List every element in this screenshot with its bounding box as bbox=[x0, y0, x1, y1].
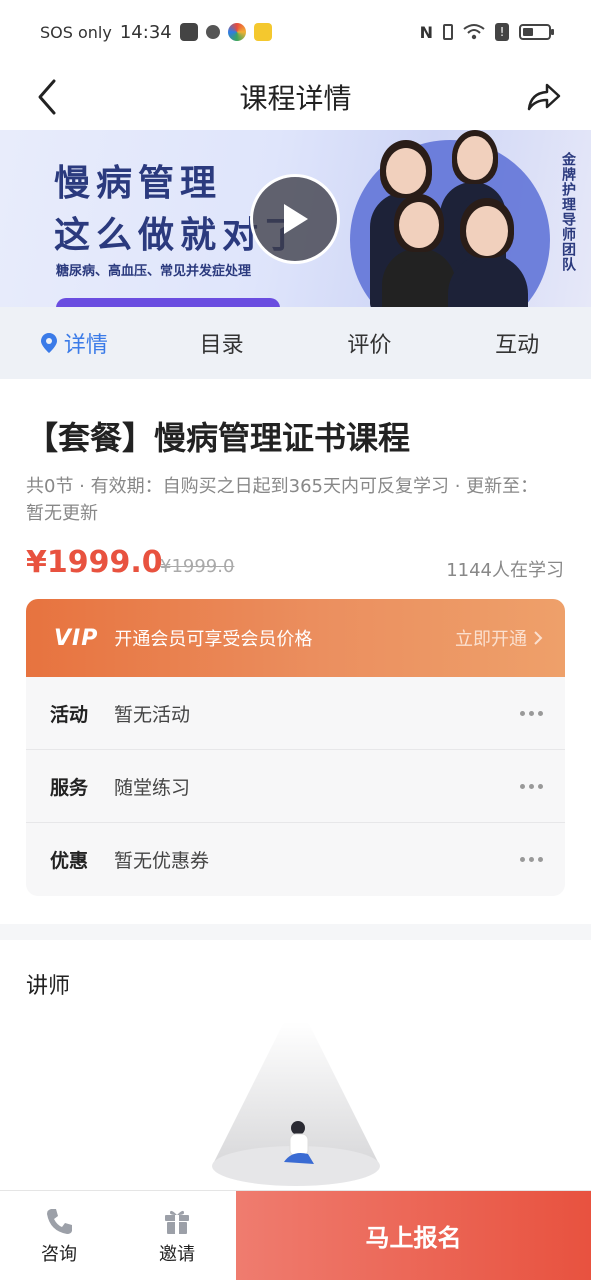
vibrate-icon bbox=[443, 24, 453, 40]
banner-headline: 慢病管理 bbox=[54, 163, 223, 204]
nfc-icon: N bbox=[419, 22, 433, 42]
lecturer-section: 讲师 bbox=[0, 940, 591, 1190]
carrier-text: SOS only bbox=[40, 22, 112, 42]
chevron-right-icon bbox=[534, 631, 543, 645]
app-icon bbox=[227, 23, 246, 41]
more-icon[interactable] bbox=[520, 783, 543, 789]
banner-side-text: 金牌护理导师团队 bbox=[560, 152, 576, 272]
list-item[interactable]: 活动 暂无活动 bbox=[26, 677, 565, 750]
vip-action-label: 立即开通 bbox=[455, 629, 527, 650]
tab-catalog[interactable]: 目录 bbox=[148, 307, 296, 379]
course-attributes: 活动 暂无活动 服务 随堂练习 优惠 暂无优惠券 bbox=[26, 677, 565, 896]
empty-state-illustration bbox=[212, 1022, 380, 1186]
top-nav: 课程详情 bbox=[0, 64, 591, 130]
invite-label: 邀请 bbox=[159, 1243, 195, 1265]
enroll-button[interactable]: 马上报名 bbox=[236, 1191, 591, 1280]
row-value: 暂无活动 bbox=[114, 703, 191, 726]
location-pin-icon bbox=[40, 333, 57, 353]
section-title: 讲师 bbox=[26, 974, 71, 999]
status-bar: SOS only 14:34 N ! bbox=[0, 0, 591, 64]
battery-icon bbox=[519, 24, 554, 40]
alert-icon: ! bbox=[495, 23, 509, 41]
list-item[interactable]: 服务 随堂练习 bbox=[26, 750, 565, 823]
play-icon bbox=[284, 204, 308, 234]
tab-reviews[interactable]: 评价 bbox=[296, 307, 444, 379]
page-title: 课程详情 bbox=[239, 82, 352, 115]
course-info: 【套餐】慢病管理证书课程 共0节 · 有效期：自购买之日起到365天内可反复学习… bbox=[0, 379, 591, 924]
row-label: 活动 bbox=[50, 703, 89, 726]
shield-icon bbox=[205, 25, 220, 39]
banner-subtitle: 糖尿病、高血压、常见并发症处理 bbox=[56, 264, 252, 279]
list-item[interactable]: 优惠 暂无优惠券 bbox=[26, 823, 565, 896]
row-value: 随堂练习 bbox=[114, 776, 191, 799]
tab-details[interactable]: 详情 bbox=[0, 307, 148, 379]
clock: 14:34 bbox=[119, 21, 172, 43]
more-icon[interactable] bbox=[520, 710, 543, 716]
vip-badge: VIP bbox=[54, 625, 99, 651]
course-price: ¥1999.0 bbox=[26, 545, 163, 580]
invite-button[interactable]: 邀请 bbox=[118, 1191, 236, 1280]
bottom-action-bar: 咨询 邀请 马上报名 bbox=[0, 1190, 591, 1280]
row-label: 服务 bbox=[50, 776, 89, 799]
banner-pill bbox=[56, 298, 280, 307]
row-label: 优惠 bbox=[50, 850, 89, 872]
row-value: 暂无优惠券 bbox=[114, 850, 210, 872]
mail-icon bbox=[179, 23, 198, 41]
wifi-icon bbox=[463, 24, 485, 40]
gift-icon bbox=[165, 1210, 189, 1234]
play-button[interactable] bbox=[250, 174, 340, 264]
app-icon bbox=[253, 23, 272, 41]
vip-open-button[interactable]: 立即开通 bbox=[455, 625, 543, 651]
tab-label: 互动 bbox=[495, 333, 540, 358]
share-icon[interactable] bbox=[523, 77, 563, 117]
tab-label: 评价 bbox=[347, 333, 392, 358]
consult-label: 咨询 bbox=[41, 1243, 77, 1265]
original-price: ¥1999.0 bbox=[160, 556, 235, 577]
course-banner[interactable]: 慢病管理 这么做就对了 糖尿病、高血压、常见并发症处理 金牌护理导师团队 bbox=[0, 130, 591, 307]
tab-interaction[interactable]: 互动 bbox=[443, 307, 591, 379]
tab-label: 目录 bbox=[199, 333, 244, 358]
more-icon[interactable] bbox=[520, 857, 543, 862]
learner-count: 1144人在学习 bbox=[446, 560, 564, 581]
course-title: 【套餐】慢病管理证书课程 bbox=[26, 419, 411, 457]
vip-text: 开通会员可享受会员价格 bbox=[114, 629, 313, 650]
course-meta: 共0节 · 有效期：自购买之日起到365天内可反复学习 · 更新至：暂无更新 bbox=[26, 476, 539, 524]
phone-icon bbox=[47, 1208, 72, 1234]
consult-button[interactable]: 咨询 bbox=[0, 1191, 118, 1280]
vip-banner[interactable]: VIP 开通会员可享受会员价格 立即开通 bbox=[26, 599, 565, 677]
detail-tabs: 详情 目录 评价 互动 bbox=[0, 307, 591, 379]
chevron-left-icon[interactable] bbox=[30, 77, 70, 117]
tab-label: 详情 bbox=[63, 333, 108, 358]
